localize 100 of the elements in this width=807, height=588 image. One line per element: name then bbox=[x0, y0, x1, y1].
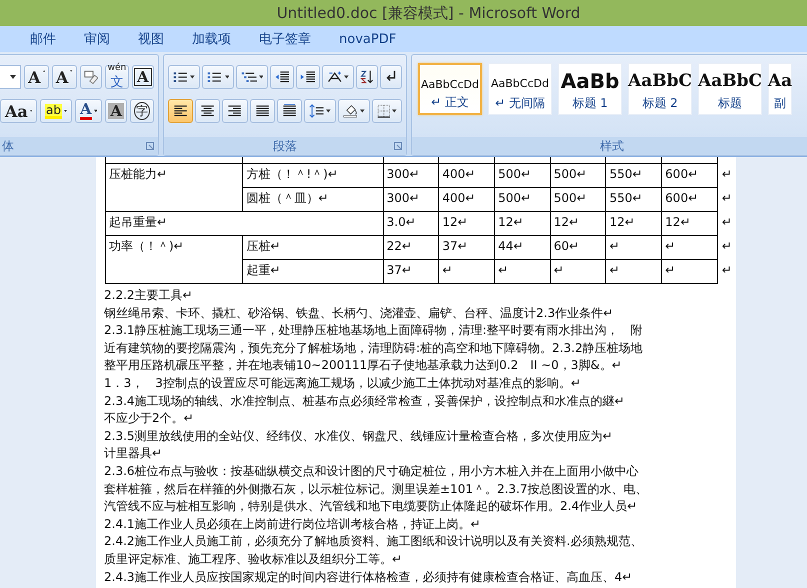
body-text-line: 2.3.5测里放线使用的全站仪、经纬仪、水准仪、钢盘尺、线锤应计量检查合格，多次使用应为↵ bbox=[104, 428, 614, 445]
row-end-mark: ↵ bbox=[717, 188, 736, 212]
borders-icon bbox=[376, 102, 390, 120]
align-lines-icon bbox=[199, 103, 216, 119]
borders-button[interactable] bbox=[372, 99, 402, 123]
body-text-line: 质里评定标准、施工程序、验收标准以及组织分工等。↵ bbox=[104, 550, 404, 568]
caret-icon bbox=[258, 75, 264, 79]
table-cell: ↵ bbox=[606, 236, 662, 260]
enclose-character-button[interactable]: 字 bbox=[130, 99, 154, 123]
clear-format-button[interactable] bbox=[80, 65, 102, 89]
character-shading-button[interactable]: A bbox=[105, 99, 128, 123]
group-label: 体 bbox=[2, 138, 14, 154]
style-gallery-item[interactable]: Aa 副 bbox=[768, 63, 792, 115]
body-text-line: 2.3.1静压桩施工现场三通一平，处理静压桩地基场地上面障碍物，清理:整平时要有雨水排出沟， 附 bbox=[104, 322, 644, 340]
align-left-button[interactable] bbox=[168, 99, 194, 123]
body-text-line: 近有建筑物的要挖隔震沟，预先充分了解桩场地，清理防碍:桩的高空和地下障碍物。2.3.2静压桩场地 bbox=[104, 340, 644, 357]
table-cell: 600↵ bbox=[662, 188, 718, 212]
table-cell: 550↵ bbox=[606, 188, 662, 212]
body-text-line: 汽管线不应与桩相互影响，特别是供水、汽管线和地下电缆要防止体隆起的破坏作用。2.4作业人员↵ bbox=[104, 498, 638, 516]
indent-icon bbox=[274, 69, 290, 85]
ribbon-tab[interactable]: 审阅 bbox=[70, 27, 124, 51]
table-cell: 圆桩（＾皿）↵ bbox=[242, 188, 384, 212]
style-gallery-item[interactable]: AaBbC 标题 bbox=[698, 63, 762, 115]
table-cell: 22↵ bbox=[383, 236, 439, 260]
table-cell: 压桩能力↵ bbox=[106, 164, 243, 212]
asian-layout-button[interactable] bbox=[322, 65, 354, 89]
bullets-button[interactable] bbox=[168, 65, 200, 89]
numbering-button[interactable] bbox=[202, 65, 234, 89]
line-spacing-icon bbox=[308, 102, 324, 120]
distribute-button[interactable] bbox=[276, 99, 302, 123]
sort-icon bbox=[360, 68, 374, 86]
asian-layout-icon bbox=[326, 69, 342, 85]
justify-button[interactable] bbox=[250, 99, 275, 123]
multilevel-list-button[interactable] bbox=[236, 65, 268, 89]
ribbon-tab[interactable]: novaPDF bbox=[325, 28, 410, 50]
highlight-button[interactable]: ab bbox=[40, 99, 72, 123]
align-center-button[interactable] bbox=[195, 99, 220, 123]
align-lines-icon bbox=[226, 103, 244, 119]
body-text-line: 1．3， 3控制点的设置应尽可能远离施工规场，以减少施工土体扰动对基准点的影响。↵ bbox=[104, 374, 582, 392]
eraser-icon bbox=[84, 69, 98, 85]
table-cell: 500↵ bbox=[494, 164, 550, 188]
table-cell: 500↵ bbox=[550, 188, 606, 212]
ribbon-tab[interactable]: 电子签章 bbox=[245, 27, 325, 51]
table-cell: 方桩（！＾!＾)↵ bbox=[242, 164, 384, 188]
ribbon-tab[interactable]: 视图 bbox=[124, 27, 178, 51]
table-cell: ↵ bbox=[438, 260, 495, 284]
body-text-line: 2.4.1施工作业人员必须在上岗前进行岗位培训考核合格，持证上岗。↵ bbox=[104, 516, 482, 533]
caret-icon bbox=[360, 109, 365, 113]
align-lines-icon bbox=[254, 103, 271, 119]
align-right-button[interactable] bbox=[222, 99, 248, 123]
window-title: Untitled0.doc [兼容模式] - Microsoft Word bbox=[276, 4, 580, 22]
increase-indent-button[interactable] bbox=[296, 65, 320, 89]
change-case-button[interactable]: Aa bbox=[0, 99, 38, 123]
table-cell: 500↵ bbox=[550, 164, 606, 188]
row-end-mark: ↵ bbox=[717, 236, 736, 260]
ribbon-tab[interactable]: 邮件 bbox=[16, 27, 70, 51]
font-color-button[interactable]: A bbox=[74, 99, 102, 123]
table-cell: 起吊重量↵ bbox=[106, 212, 384, 236]
table-cell: 60↵ bbox=[550, 236, 606, 260]
body-text-line: 2.3.6桩位布点与验收：按基础纵横交点和设计图的尺寸确定桩位，用小方木桩入并在上面用小做中心 bbox=[104, 462, 640, 480]
body-text-line: 不应少于2个。↵ bbox=[104, 410, 195, 428]
shrink-font-button[interactable]: A bbox=[52, 65, 77, 89]
font-size-dropdown[interactable] bbox=[0, 65, 22, 89]
sort-button[interactable] bbox=[356, 65, 378, 89]
body-text-line: 套样桩箍，然后在样箍的外侧撒石灰，以示桩位标记。测里误差±101＾。2.3.7按总图设置的水、电、 bbox=[104, 480, 648, 498]
body-text-line: 2.4.3施工作业人员应按国家规定的时间内容进行体格检查，必须持有健康检查合格证、高血压、4↵ bbox=[104, 568, 634, 586]
table-cell: 400↵ bbox=[438, 164, 495, 188]
body-text-line: 2.2.2主要工具↵ bbox=[104, 287, 194, 304]
caret-icon bbox=[94, 109, 98, 113]
table-cell: 550↵ bbox=[606, 164, 662, 188]
phonetic-guide-button[interactable]: wén 文 bbox=[105, 65, 129, 89]
style-gallery-item[interactable]: AaBbCcDd ↵ 正文 bbox=[418, 63, 482, 115]
body-text-line: 整平用压路机碾压平整，并在地表铺10~200111厚石子使地基承载力达到0.2 II ~0，3脚&。↵ bbox=[104, 357, 623, 374]
caret-icon bbox=[224, 75, 230, 79]
character-border-button[interactable]: A bbox=[132, 65, 154, 89]
table-cell: 12↵ bbox=[550, 212, 606, 236]
table-cell: 起重↵ bbox=[242, 260, 384, 284]
align-lines-icon bbox=[172, 103, 190, 119]
style-gallery-item[interactable]: AaBbCcDd ↵ 无间隔 bbox=[488, 63, 552, 115]
table-cell: 压桩↵ bbox=[242, 236, 384, 260]
caret-icon bbox=[344, 75, 349, 79]
table-cell: ↵ bbox=[662, 260, 718, 284]
ribbon-tab[interactable]: 加载项 bbox=[178, 27, 245, 51]
caret-icon bbox=[392, 109, 397, 113]
caret-icon bbox=[190, 75, 196, 79]
table-cell: 400↵ bbox=[438, 188, 495, 212]
up-triangle-icon bbox=[42, 69, 45, 73]
grow-font-button[interactable]: A bbox=[24, 65, 49, 89]
style-gallery-item[interactable]: AaBb 标题 1 bbox=[558, 63, 622, 115]
body-text-line: 2.3.4施工现场的轴线、水准控制点、桩基布点必须经常检查，妥善保护，设控制点和水准点的継↵ bbox=[104, 392, 626, 410]
table-cell: 500↵ bbox=[494, 188, 550, 212]
style-gallery-item[interactable]: AaBbC 标题 2 bbox=[628, 63, 692, 115]
table-cell: ↵ bbox=[662, 236, 718, 260]
show-marks-button[interactable] bbox=[380, 65, 402, 89]
align-lines-icon bbox=[280, 103, 298, 119]
decrease-indent-button[interactable] bbox=[270, 65, 294, 89]
shading-button[interactable] bbox=[338, 99, 370, 123]
table-cell: 300↵ bbox=[383, 164, 439, 188]
line-spacing-button[interactable] bbox=[304, 99, 336, 123]
caret-icon bbox=[64, 109, 67, 113]
